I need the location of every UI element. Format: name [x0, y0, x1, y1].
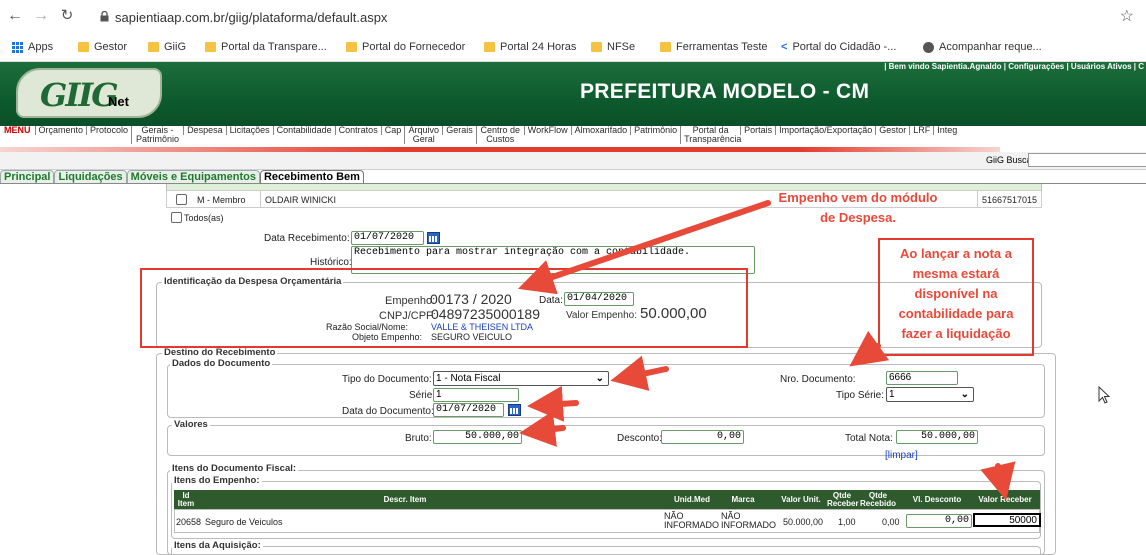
arrow-to-nro-documento: [849, 330, 890, 367]
arrow-to-tipo-documento: [610, 355, 669, 391]
mouse-cursor-icon: [1098, 386, 1111, 404]
arrow-to-bruto: [519, 411, 566, 447]
arrow-to-empenho: [517, 200, 771, 295]
screenshot-root: { "browser": { "url": "sapientiaap.com.b…: [0, 0, 1146, 555]
arrow-to-valor-receber: [980, 461, 1016, 501]
arrow-to-data-documento: [527, 385, 579, 422]
annotation-arrows: [517, 200, 1016, 501]
